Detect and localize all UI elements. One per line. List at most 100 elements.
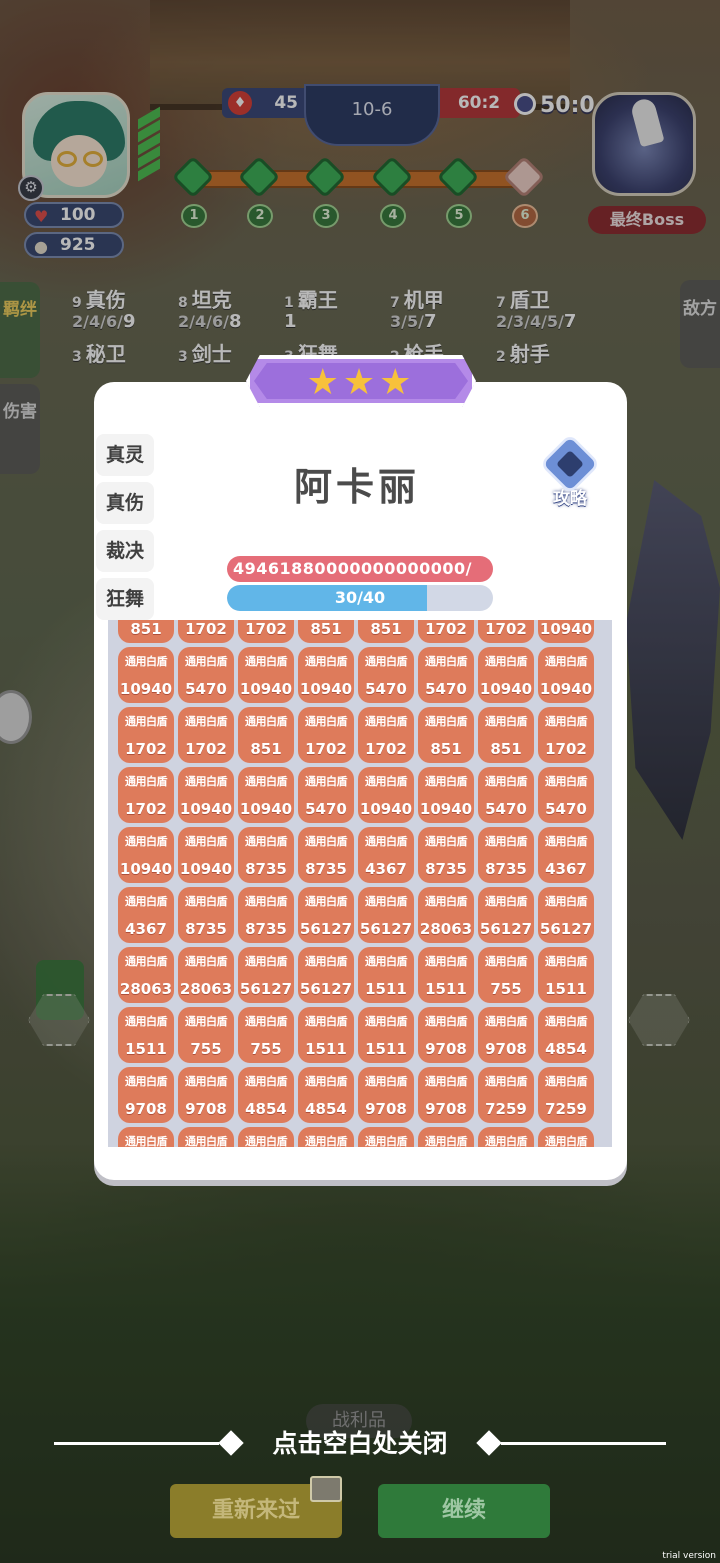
buff-cell[interactable]: 通用白盾 9708 — [358, 1067, 414, 1123]
buff-cell[interactable]: 通用白盾 8735 — [238, 827, 294, 883]
trait-label[interactable]: 裁决 — [96, 530, 154, 572]
buff-cell-title: 通用白盾 — [485, 655, 528, 668]
buff-grid: 通用白盾 851 通用白盾 1702 通用白盾 1702 通用白盾 851 通用白盾 851 通用白… — [118, 620, 598, 1147]
buff-cell-title: 通用白盾 — [125, 1075, 168, 1088]
continue-button[interactable]: 继续 — [378, 1484, 550, 1538]
buff-cell[interactable]: 通用白盾851 — [118, 620, 174, 643]
buff-cell[interactable]: 通用白盾 5470 — [538, 767, 594, 823]
buff-cell[interactable]: 通用白盾1702 — [178, 707, 234, 763]
buff-cell[interactable]: 通用白盾 — [238, 1127, 294, 1147]
buff-cell[interactable]: 通用白盾 56127 — [478, 887, 534, 943]
buff-cell[interactable]: 通用白盾 1511 — [418, 947, 474, 1003]
buff-cell[interactable]: 通用白盾 — [478, 1127, 534, 1147]
buff-cell[interactable]: 通用白盾 — [538, 1127, 594, 1147]
buff-cell[interactable]: 通用白盾 8735 — [478, 827, 534, 883]
buff-cell[interactable]: 通用白盾 1511 — [358, 1007, 414, 1063]
buff-grid-scroll[interactable]: 通用白盾 851 通用白盾 1702 通用白盾 1702 通用白盾 851 通用白盾 851 通用白… — [108, 620, 612, 1147]
buff-cell[interactable]: 通用白盾10940 — [358, 767, 414, 823]
buff-cell[interactable]: 通用白盾10940 — [298, 647, 354, 703]
buff-cell[interactable]: 通用白盾 1511 — [118, 1007, 174, 1063]
buff-cell-title: 通用白盾 — [425, 655, 468, 668]
buff-cell[interactable]: 通用白盾 28063 — [178, 947, 234, 1003]
buff-cell[interactable]: 通用白盾 755 — [478, 947, 534, 1003]
buff-cell[interactable]: 通用白盾 5470 — [298, 767, 354, 823]
buff-cell[interactable]: 通用白盾1702 — [118, 767, 174, 823]
buff-cell[interactable]: 通用白盾 56127 — [298, 887, 354, 943]
buff-cell[interactable]: 通用白盾 7259 — [478, 1067, 534, 1123]
buff-cell[interactable]: 通用白盾10940 — [118, 827, 174, 883]
buff-cell-value: 1702 — [245, 620, 287, 638]
buff-cell-value: 5470 — [545, 800, 587, 818]
guide-button[interactable]: 攻略 — [534, 433, 606, 516]
buff-cell[interactable]: 通用白盾1702 — [478, 620, 534, 643]
buff-cell[interactable]: 通用白盾1702 — [538, 707, 594, 763]
buff-cell[interactable]: 通用白盾 9708 — [178, 1067, 234, 1123]
buff-cell[interactable]: 通用白盾 5470 — [178, 647, 234, 703]
buff-cell[interactable]: 通用白盾 4367 — [118, 887, 174, 943]
buff-cell[interactable]: 通用白盾 56127 — [538, 887, 594, 943]
buff-cell[interactable]: 通用白盾 4854 — [298, 1067, 354, 1123]
buff-cell[interactable]: 通用白盾10940 — [178, 767, 234, 823]
buff-cell[interactable]: 通用白盾 56127 — [298, 947, 354, 1003]
buff-cell[interactable]: 通用白盾851 — [478, 707, 534, 763]
buff-cell[interactable]: 通用白盾 755 — [238, 1007, 294, 1063]
buff-cell[interactable]: 通用白盾 4367 — [538, 827, 594, 883]
buff-cell[interactable]: 通用白盾 1511 — [538, 947, 594, 1003]
buff-cell[interactable]: 通用白盾1702 — [178, 620, 234, 643]
buff-cell-title: 通用白盾 — [425, 1075, 468, 1088]
buff-cell[interactable]: 通用白盾 8735 — [238, 887, 294, 943]
buff-cell[interactable]: 通用白盾 5470 — [358, 647, 414, 703]
buff-cell[interactable]: 通用白盾1702 — [298, 707, 354, 763]
buff-cell-title: 通用白盾 — [485, 895, 528, 908]
retry-button[interactable]: 重新来过 — [170, 1476, 342, 1538]
buff-cell[interactable]: 通用白盾 9708 — [118, 1067, 174, 1123]
buff-cell[interactable]: 通用白盾851 — [418, 707, 474, 763]
buff-cell[interactable]: 通用白盾 28063 — [418, 887, 474, 943]
buff-cell[interactable]: 通用白盾1702 — [418, 620, 474, 643]
buff-cell[interactable]: 通用白盾 — [358, 1127, 414, 1147]
buff-cell[interactable]: 通用白盾10940 — [478, 647, 534, 703]
trait-label[interactable]: 真伤 — [96, 482, 154, 524]
buff-cell[interactable]: 通用白盾 755 — [178, 1007, 234, 1063]
buff-cell[interactable]: 通用白盾851 — [238, 707, 294, 763]
buff-cell[interactable]: 通用白盾 8735 — [298, 827, 354, 883]
trait-label[interactable]: 狂舞 — [96, 578, 154, 620]
buff-cell[interactable]: 通用白盾 5470 — [418, 647, 474, 703]
buff-cell[interactable]: 通用白盾 1511 — [358, 947, 414, 1003]
buff-cell[interactable]: 通用白盾 4854 — [238, 1067, 294, 1123]
buff-cell[interactable]: 通用白盾851 — [298, 620, 354, 643]
buff-cell[interactable]: 通用白盾 8735 — [178, 887, 234, 943]
buff-cell[interactable]: 通用白盾10940 — [538, 620, 594, 643]
buff-cell[interactable]: 通用白盾 4854 — [538, 1007, 594, 1063]
buff-cell-title: 通用白盾 — [365, 1075, 408, 1088]
buff-cell[interactable]: 通用白盾10940 — [238, 767, 294, 823]
buff-cell[interactable]: 通用白盾1702 — [118, 707, 174, 763]
buff-cell-title: 通用白盾 — [185, 655, 228, 668]
buff-cell-title: 通用白盾 — [485, 1135, 528, 1147]
buff-cell[interactable]: 通用白盾 — [298, 1127, 354, 1147]
buff-cell[interactable]: 通用白盾 9708 — [418, 1007, 474, 1063]
buff-cell[interactable]: 通用白盾10940 — [538, 647, 594, 703]
buff-cell[interactable]: 通用白盾 7259 — [538, 1067, 594, 1123]
buff-cell[interactable]: 通用白盾10940 — [418, 767, 474, 823]
buff-cell[interactable]: 通用白盾 9708 — [478, 1007, 534, 1063]
buff-cell[interactable]: 通用白盾 — [178, 1127, 234, 1147]
buff-cell[interactable]: 通用白盾 28063 — [118, 947, 174, 1003]
buff-cell[interactable]: 通用白盾 56127 — [238, 947, 294, 1003]
buff-cell[interactable]: 通用白盾1702 — [238, 620, 294, 643]
buff-cell[interactable]: 通用白盾 1511 — [298, 1007, 354, 1063]
buff-cell[interactable]: 通用白盾 8735 — [418, 827, 474, 883]
buff-cell[interactable]: 通用白盾851 — [358, 620, 414, 643]
buff-cell[interactable]: 通用白盾 — [118, 1127, 174, 1147]
buff-cell[interactable]: 通用白盾10940 — [118, 647, 174, 703]
buff-cell[interactable]: 通用白盾 9708 — [418, 1067, 474, 1123]
buff-cell[interactable]: 通用白盾10940 — [238, 647, 294, 703]
buff-cell[interactable]: 通用白盾 56127 — [358, 887, 414, 943]
trait-label[interactable]: 真灵 — [96, 434, 154, 476]
buff-cell-title: 通用白盾 — [185, 1015, 228, 1028]
buff-cell[interactable]: 通用白盾 4367 — [358, 827, 414, 883]
buff-cell[interactable]: 通用白盾 — [418, 1127, 474, 1147]
buff-cell[interactable]: 通用白盾1702 — [358, 707, 414, 763]
buff-cell[interactable]: 通用白盾 5470 — [478, 767, 534, 823]
buff-cell[interactable]: 通用白盾10940 — [178, 827, 234, 883]
